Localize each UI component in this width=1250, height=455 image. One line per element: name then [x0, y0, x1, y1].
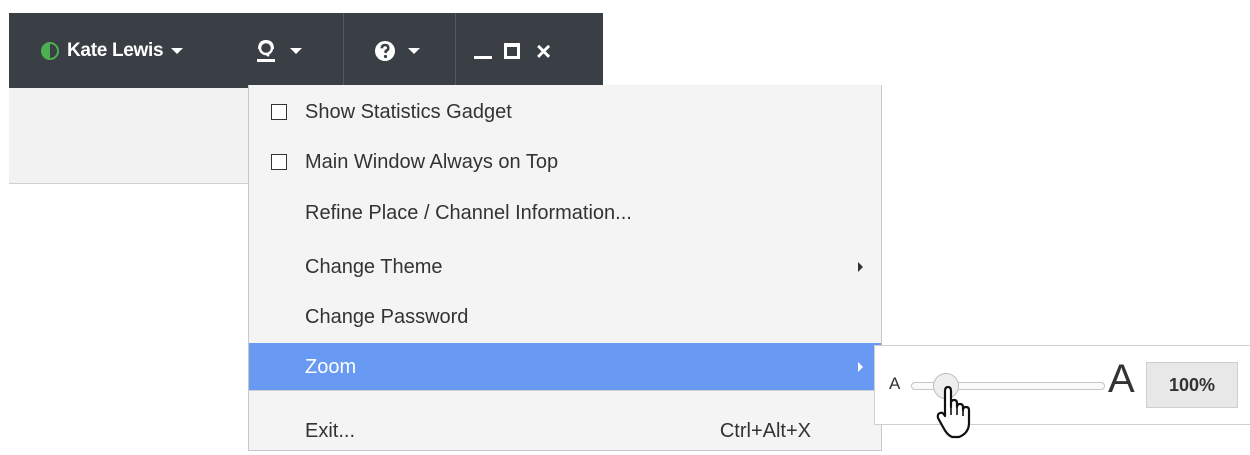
window-controls: ×: [474, 13, 551, 88]
menu-item-change-password[interactable]: Change Password: [249, 293, 881, 341]
menu-item-label: Main Window Always on Top: [305, 150, 559, 173]
minimize-icon[interactable]: [474, 56, 492, 59]
menu-item-show-statistics-gadget[interactable]: Show Statistics Gadget: [249, 88, 881, 136]
user-name: Kate Lewis: [67, 39, 164, 61]
menu-item-refine-place[interactable]: Refine Place / Channel Information...: [249, 189, 881, 237]
menu-item-label: Exit...: [305, 419, 356, 442]
close-icon[interactable]: ×: [536, 38, 551, 64]
chevron-down-icon: [290, 47, 302, 54]
toolbar: Kate Lewis ×: [9, 13, 603, 88]
help-icon: [375, 40, 395, 61]
menu-item-label: Show Statistics Gadget: [305, 100, 512, 123]
menu-item-label: Zoom: [305, 355, 357, 378]
menu-item-label: Change Theme: [305, 255, 443, 278]
agent-menu-button[interactable]: [254, 13, 302, 88]
menu-item-zoom[interactable]: Zoom: [249, 343, 881, 391]
checkbox[interactable]: [271, 104, 287, 120]
menu-item-label: Change Password: [305, 305, 469, 328]
menu-item-exit[interactable]: Exit... Ctrl+Alt+X: [249, 407, 881, 455]
background-panel: [9, 88, 249, 184]
zoom-increase-label: A: [1108, 357, 1135, 401]
zoom-submenu: A A 100%: [874, 345, 1250, 425]
help-menu-button[interactable]: [374, 13, 420, 88]
zoom-reset-button[interactable]: 100%: [1146, 362, 1238, 408]
agent-icon: [257, 39, 275, 62]
user-menu-button[interactable]: Kate Lewis: [41, 13, 184, 88]
submenu-arrow-icon: [858, 362, 863, 372]
agent-dropdown-menu: Show Statistics Gadget Main Window Alway…: [248, 85, 882, 451]
shortcut-label: Ctrl+Alt+X: [719, 419, 811, 442]
menu-item-main-window-always-on-top[interactable]: Main Window Always on Top: [249, 138, 881, 186]
chevron-down-icon: [171, 47, 184, 54]
submenu-arrow-icon: [858, 262, 863, 272]
status-icon: [41, 41, 59, 60]
maximize-icon[interactable]: [504, 42, 520, 59]
menu-item-change-theme[interactable]: Change Theme: [249, 243, 881, 291]
menu-divider: [249, 390, 881, 391]
hand-cursor-icon: [936, 385, 971, 439]
divider: [455, 13, 456, 88]
checkbox[interactable]: [271, 154, 287, 170]
chevron-down-icon: [408, 47, 420, 54]
menu-item-label: Refine Place / Channel Information...: [305, 201, 632, 224]
zoom-decrease-label: A: [889, 374, 901, 393]
divider: [343, 13, 344, 88]
